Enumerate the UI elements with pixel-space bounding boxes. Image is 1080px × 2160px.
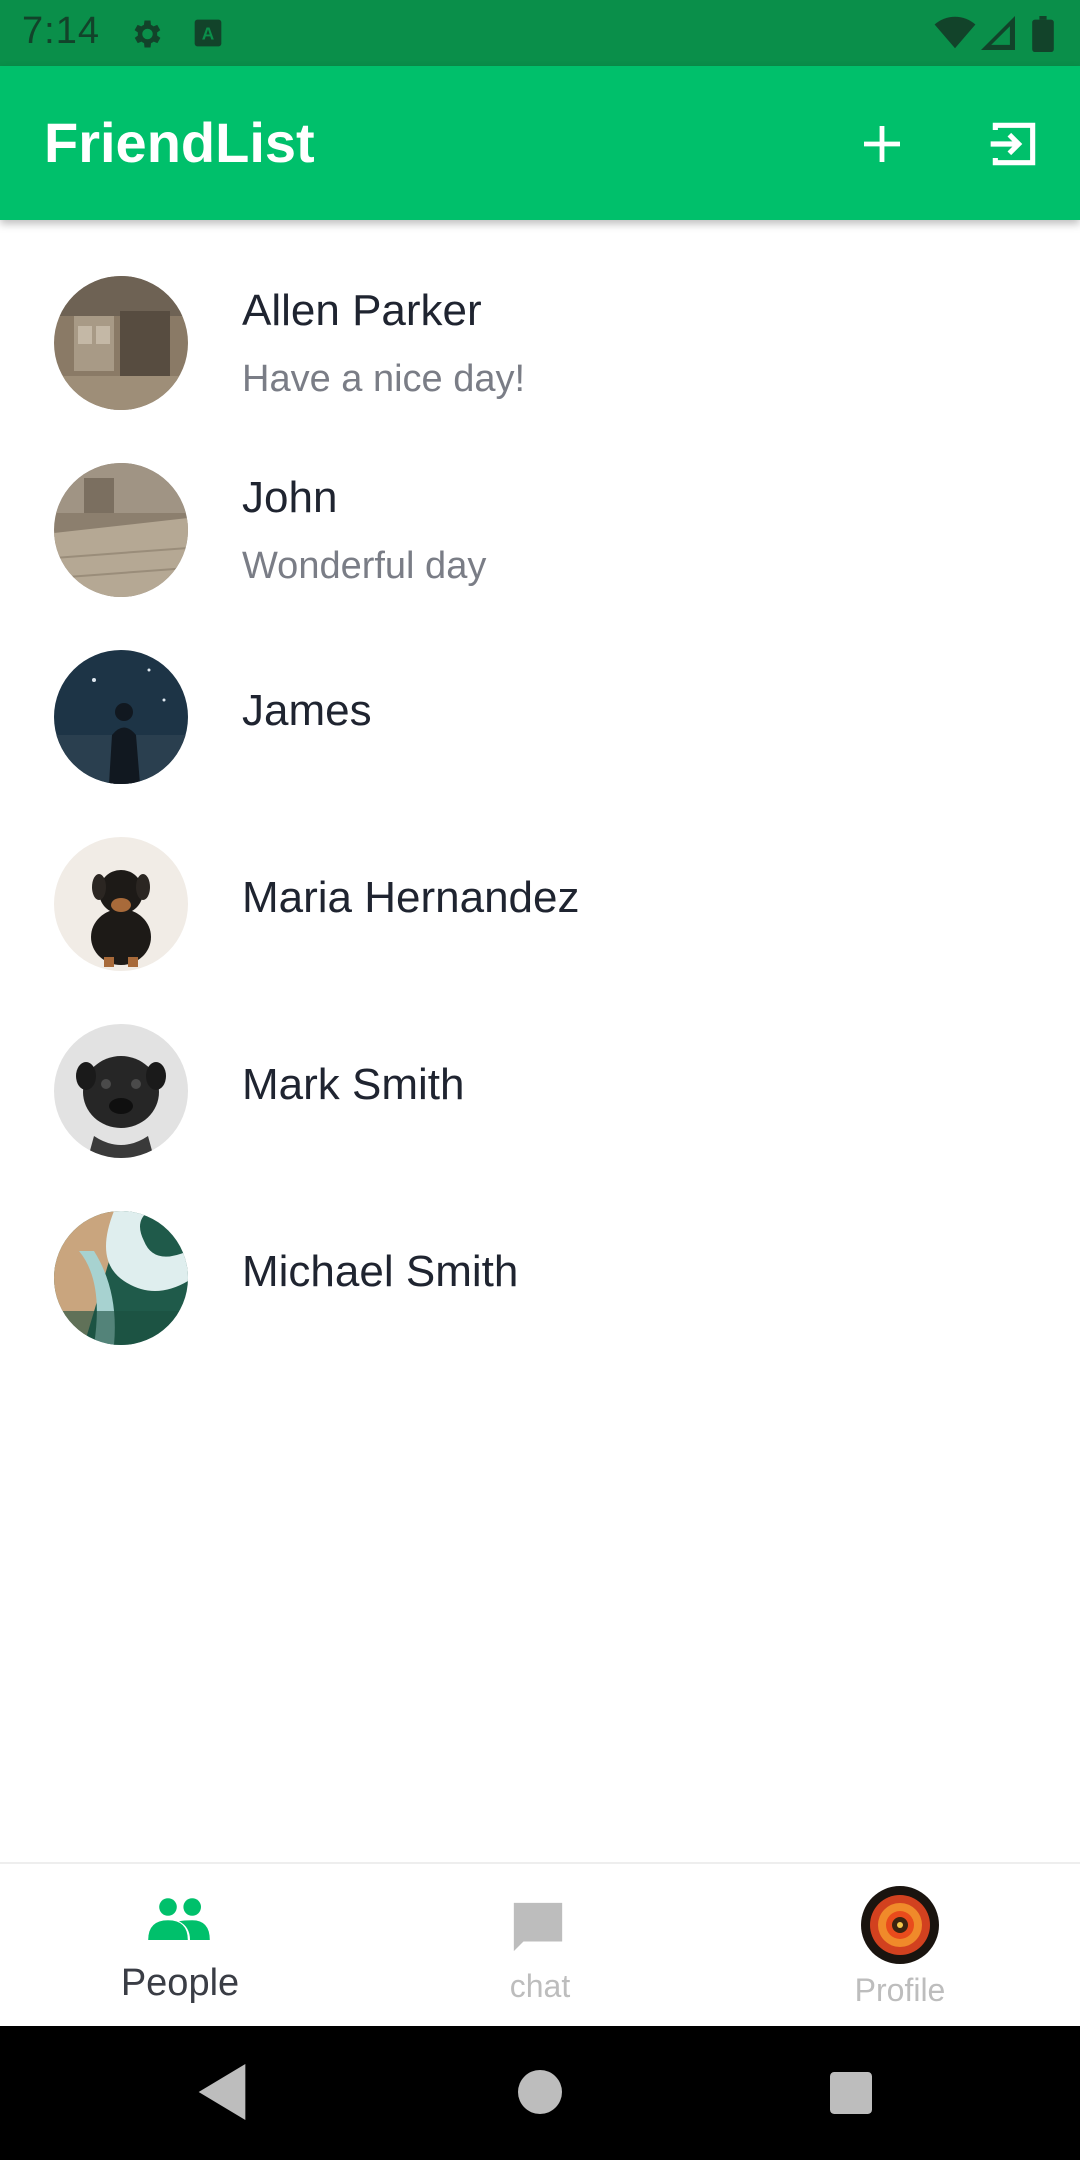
friend-avatar xyxy=(54,650,188,784)
profile-avatar xyxy=(861,1886,939,1964)
friend-row[interactable]: John Wonderful day xyxy=(0,427,1080,614)
friend-avatar xyxy=(54,276,188,410)
friend-name: Allen Parker xyxy=(242,286,482,335)
status-bar: 7:14 A xyxy=(0,0,1080,66)
friend-avatar xyxy=(54,463,188,597)
logout-icon xyxy=(986,116,1042,177)
friend-avatar xyxy=(54,1024,188,1158)
nav-label: Profile xyxy=(854,1972,946,2008)
battery-icon xyxy=(1032,16,1054,57)
gear-icon xyxy=(128,16,164,57)
nav-chat[interactable]: chat xyxy=(360,1864,720,2028)
friend-row[interactable]: Maria Hernandez xyxy=(0,801,1080,988)
friend-avatar xyxy=(54,837,188,971)
svg-text:A: A xyxy=(202,24,215,44)
friend-avatar xyxy=(54,1211,188,1345)
add-friend-button[interactable] xyxy=(842,106,922,186)
friend-row[interactable]: Michael Smith xyxy=(0,1175,1080,1362)
keyboard-icon: A xyxy=(192,16,224,55)
nav-label: People xyxy=(120,1962,240,2004)
back-icon[interactable] xyxy=(198,2064,246,2125)
friend-row[interactable]: James xyxy=(0,614,1080,801)
friend-name: Mark Smith xyxy=(242,1060,465,1109)
nav-label: chat xyxy=(509,1968,571,2004)
app-title: FriendList xyxy=(44,111,315,174)
bottom-nav: People chat Profile xyxy=(0,1862,1080,2026)
home-icon[interactable] xyxy=(518,2070,562,2119)
people-icon xyxy=(146,1894,212,1947)
logout-button[interactable] xyxy=(974,106,1054,186)
wifi-icon xyxy=(934,16,976,55)
friend-name: James xyxy=(242,686,372,735)
add-icon xyxy=(858,120,906,173)
friend-name: John xyxy=(242,473,338,522)
friend-name: Maria Hernandez xyxy=(242,873,580,922)
nav-profile[interactable]: Profile xyxy=(720,1864,1080,2028)
friend-list: Allen Parker Have a nice day! John Wonde… xyxy=(0,240,1080,1362)
signal-icon xyxy=(980,16,1016,55)
friend-name: Michael Smith xyxy=(242,1247,519,1296)
recents-icon[interactable] xyxy=(830,2072,872,2119)
app-bar: FriendList xyxy=(0,66,1080,220)
friend-row[interactable]: Allen Parker Have a nice day! xyxy=(0,240,1080,427)
system-nav xyxy=(0,2026,1080,2160)
nav-people[interactable]: People xyxy=(0,1864,360,2028)
friend-status: Wonderful day xyxy=(242,545,487,587)
status-time: 7:14 xyxy=(22,10,100,52)
friend-status: Have a nice day! xyxy=(242,358,526,400)
chat-bubble-icon xyxy=(508,1898,568,1961)
friend-row[interactable]: Mark Smith xyxy=(0,988,1080,1175)
